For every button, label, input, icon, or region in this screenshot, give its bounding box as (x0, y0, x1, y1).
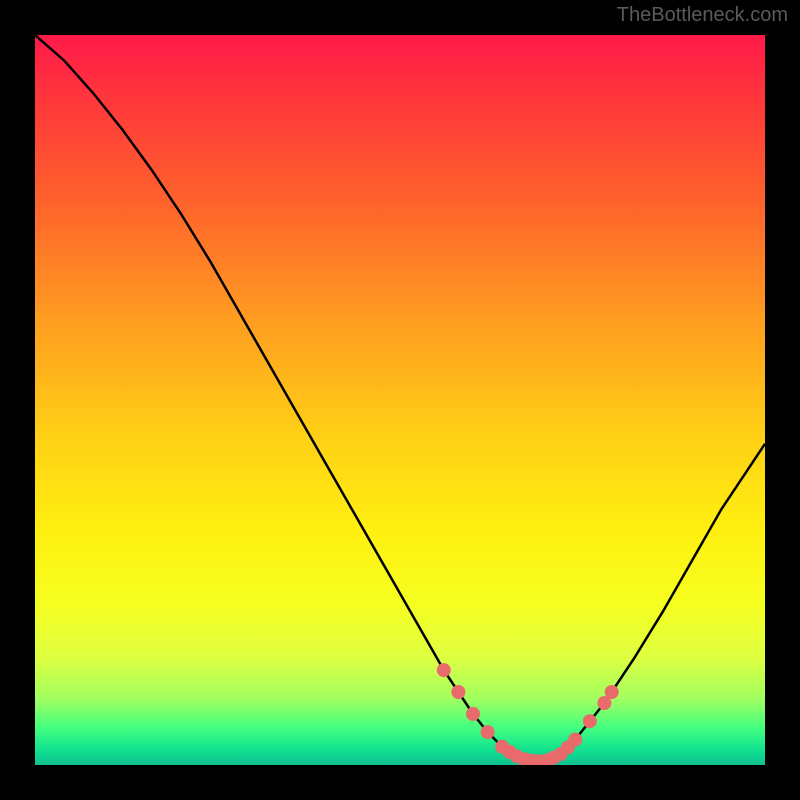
watermark-text: TheBottleneck.com (617, 4, 788, 27)
chart-gradient-background (35, 35, 765, 765)
